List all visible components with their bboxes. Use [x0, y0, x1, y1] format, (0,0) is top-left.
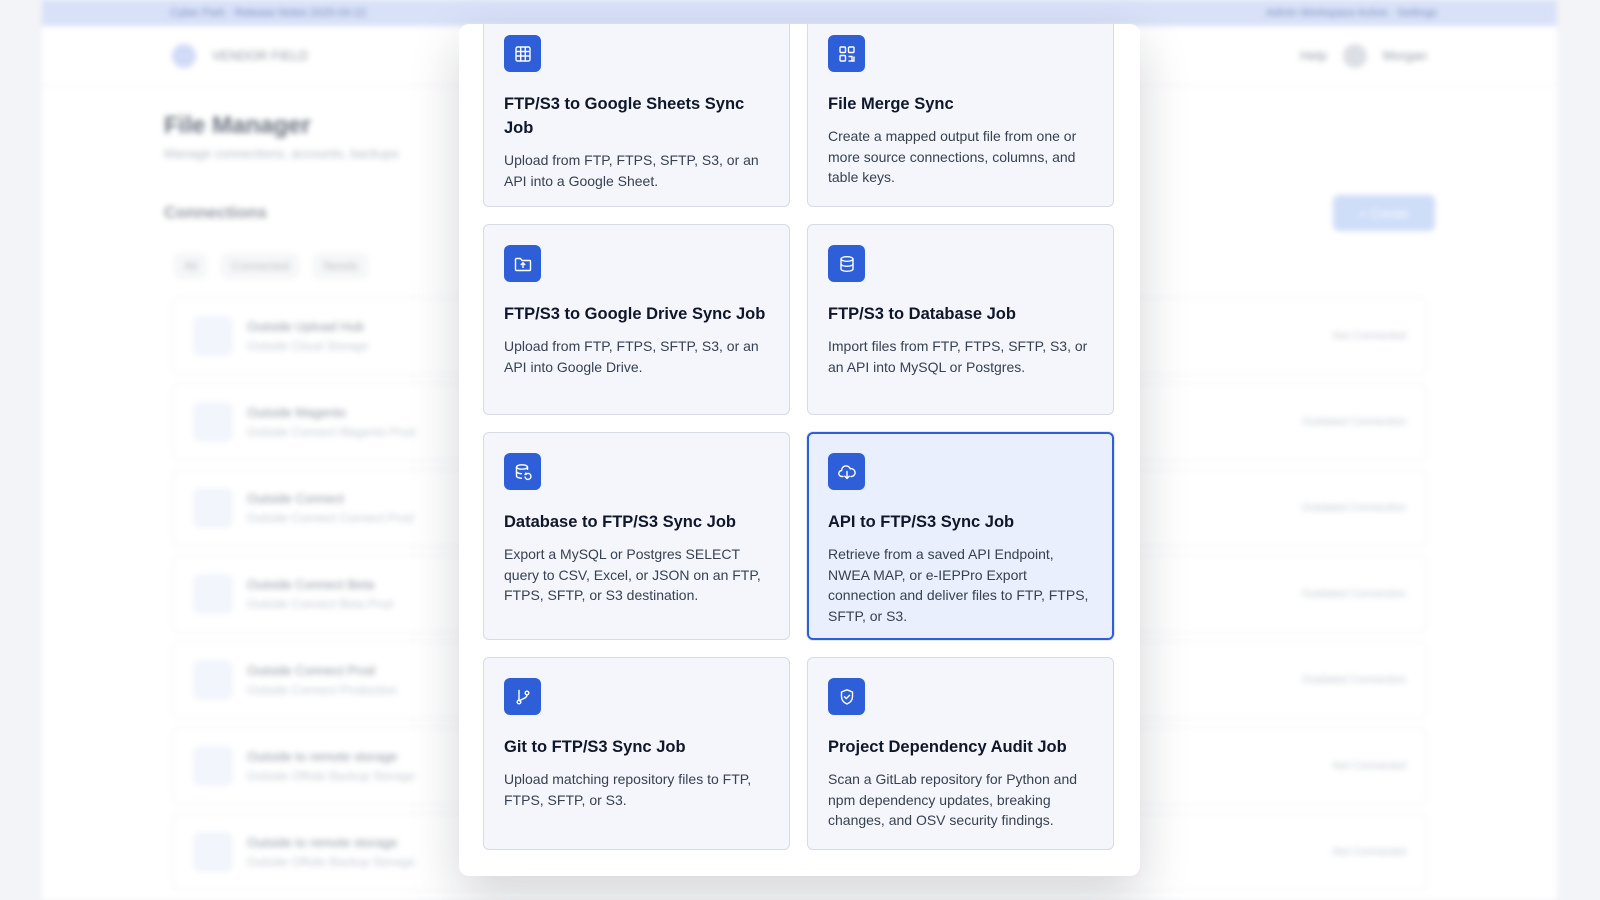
- job-card-merge[interactable]: File Merge Sync Create a mapped output f…: [807, 24, 1114, 207]
- job-type-modal: FTP/S3 to Google Sheets Sync Job Upload …: [459, 24, 1140, 876]
- database-icon: [828, 245, 865, 282]
- cloud-download-icon: [828, 453, 865, 490]
- job-card-description: Upload from FTP, FTPS, SFTP, S3, or an A…: [504, 152, 759, 189]
- job-card-audit[interactable]: Project Dependency Audit Job Scan a GitL…: [807, 657, 1114, 850]
- job-card-description: Upload from FTP, FTPS, SFTP, S3, or an A…: [504, 338, 759, 375]
- job-card-title: FTP/S3 to Google Sheets Sync Job: [504, 95, 745, 137]
- database-export-icon: [504, 453, 541, 490]
- git-branch-icon: [504, 678, 541, 715]
- job-card-db-export[interactable]: Database to FTP/S3 Sync Job Export a MyS…: [483, 432, 790, 640]
- job-card-title: File Merge Sync: [828, 95, 954, 113]
- job-type-grid: FTP/S3 to Google Sheets Sync Job Upload …: [483, 24, 1116, 850]
- table-grid-icon: [504, 35, 541, 72]
- job-card-title: Git to FTP/S3 Sync Job: [504, 738, 686, 756]
- job-card-sheets[interactable]: FTP/S3 to Google Sheets Sync Job Upload …: [483, 24, 790, 207]
- job-card-title: API to FTP/S3 Sync Job: [828, 513, 1015, 531]
- shield-check-icon: [828, 678, 865, 715]
- job-card-title: Database to FTP/S3 Sync Job: [504, 513, 736, 531]
- job-card-drive[interactable]: FTP/S3 to Google Drive Sync Job Upload f…: [483, 224, 790, 415]
- job-card-title: FTP/S3 to Google Drive Sync Job: [504, 305, 766, 323]
- job-card-description: Retrieve from a saved API Endpoint, NWEA…: [828, 546, 1089, 624]
- job-card-description: Upload matching repository files to FTP,…: [504, 771, 752, 808]
- job-card-api[interactable]: API to FTP/S3 Sync Job Retrieve from a s…: [807, 432, 1114, 640]
- job-card-description: Export a MySQL or Postgres SELECT query …: [504, 546, 761, 603]
- folder-upload-icon: [504, 245, 541, 282]
- job-card-description: Create a mapped output file from one or …: [828, 128, 1077, 185]
- job-card-title: Project Dependency Audit Job: [828, 738, 1067, 756]
- merge-blocks-icon: [828, 35, 865, 72]
- job-card-database[interactable]: FTP/S3 to Database Job Import files from…: [807, 224, 1114, 415]
- job-card-description: Import files from FTP, FTPS, SFTP, S3, o…: [828, 338, 1088, 375]
- job-card-git[interactable]: Git to FTP/S3 Sync Job Upload matching r…: [483, 657, 790, 850]
- job-card-title: FTP/S3 to Database Job: [828, 305, 1016, 323]
- job-card-description: Scan a GitLab repository for Python and …: [828, 771, 1078, 828]
